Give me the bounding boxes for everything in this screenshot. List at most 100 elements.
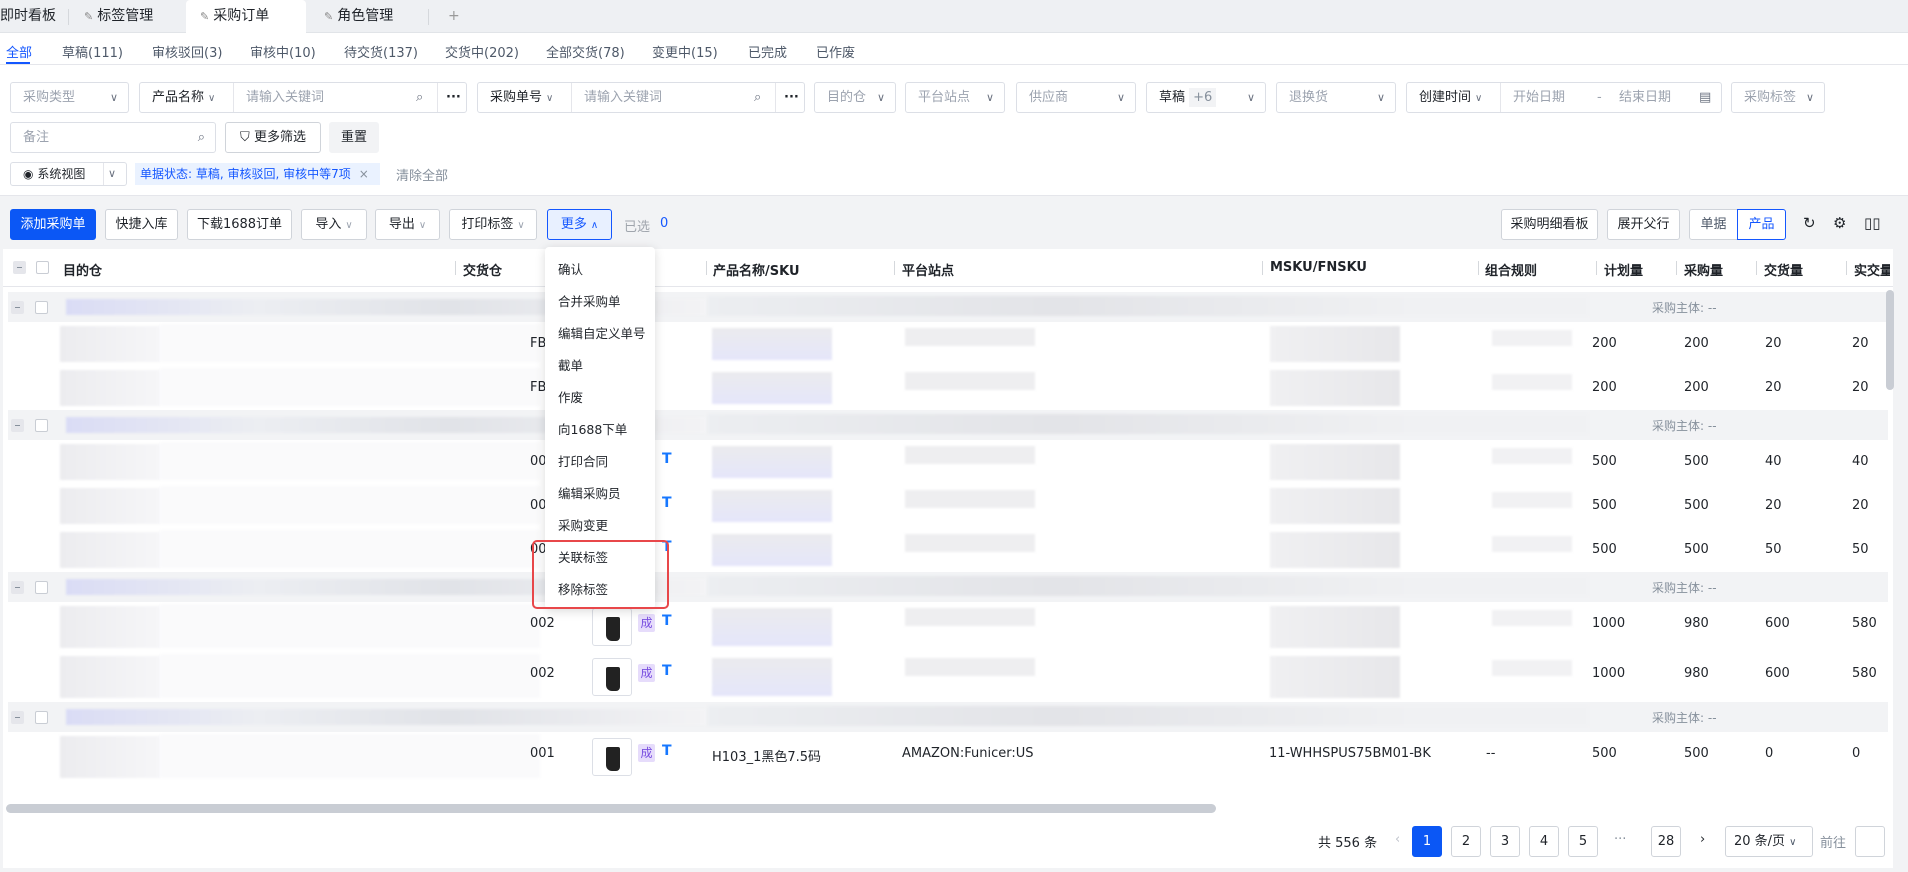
page-button[interactable]: 5 [1568, 826, 1598, 857]
status-tab-voided[interactable]: 已作废 [816, 42, 855, 61]
collapse-toggle[interactable] [11, 301, 24, 314]
gear-icon[interactable]: ⚙ [1833, 214, 1846, 232]
next-page-button[interactable]: › [1700, 832, 1705, 847]
menu-item[interactable]: 打印合同 [558, 451, 608, 470]
row-checkbox[interactable] [35, 301, 48, 314]
menu-item[interactable]: 编辑自定义单号 [558, 323, 646, 342]
target-warehouse-select[interactable]: 目的仓 ∨ [814, 82, 896, 113]
purchase-detail-board-button[interactable]: 采购明细看板 [1501, 209, 1598, 240]
system-view-select[interactable]: ◉ 系统视图 ∨ [10, 162, 127, 186]
vertical-scrollbar[interactable] [1886, 290, 1894, 390]
status-tab-changing[interactable]: 变更中(15) [652, 42, 718, 61]
print-label-button[interactable]: 打印标签 ∨ [449, 209, 537, 240]
product-field-select[interactable]: 产品名称 [152, 90, 204, 105]
return-exchange-select[interactable]: 退换货 ∨ [1276, 82, 1396, 113]
remark-input[interactable]: 备注 ⌕ [10, 122, 216, 153]
supplier-select[interactable]: 供应商 ∨ [1016, 82, 1136, 113]
add-tab-button[interactable]: + [440, 0, 460, 33]
purchase-type-select[interactable]: 采购类型 ∨ [10, 82, 129, 113]
order-keyword-input[interactable]: 请输入关键词 [584, 83, 662, 112]
close-icon[interactable]: × [359, 167, 369, 181]
quick-stock-in-button[interactable]: 快捷入库 [105, 209, 178, 240]
status-tab-pending-delivery[interactable]: 待交货(137) [344, 42, 418, 61]
prev-page-button[interactable]: ‹ [1395, 832, 1400, 847]
more-filters-button[interactable]: ⛉ 更多筛选 [225, 122, 321, 153]
status-tab-reviewing[interactable]: 审核中(10) [250, 42, 316, 61]
page-tab-roles[interactable]: ✎ 角色管理 [316, 0, 393, 33]
create-time-range[interactable]: 创建时间 ∨ 开始日期 - 结束日期 ▤ [1406, 82, 1722, 113]
menu-item[interactable]: 确认 [558, 259, 583, 278]
status-tab-rejected[interactable]: 审核驳回(3) [152, 42, 222, 61]
page-button[interactable]: 4 [1529, 826, 1559, 857]
product-image[interactable] [592, 738, 632, 776]
collapse-toggle[interactable] [11, 419, 24, 432]
reset-button[interactable]: 重置 [329, 122, 379, 153]
menu-item[interactable]: 采购变更 [558, 515, 608, 534]
time-field-select[interactable]: 创建时间 [1419, 90, 1471, 105]
status-select[interactable]: 草稿 +6 ∨ [1146, 82, 1266, 113]
add-purchase-order-button[interactable]: 添加采购单 [10, 209, 96, 240]
menu-item[interactable]: 编辑采购员 [558, 483, 621, 502]
page-tab-purchase-orders[interactable]: ✎ 采购订单 [186, 0, 306, 33]
horizontal-scrollbar[interactable] [6, 804, 1216, 813]
product-keyword-input[interactable]: 请输入关键词 [246, 83, 324, 112]
expand-parent-rows-button[interactable]: 展开父行 [1607, 209, 1680, 240]
page-ellipsis[interactable]: ··· [1614, 832, 1626, 847]
menu-item[interactable]: 截单 [558, 355, 583, 374]
collapse-toggle[interactable] [11, 711, 24, 724]
page-tab-tags[interactable]: ✎ 标签管理 [76, 0, 153, 33]
select-all-checkbox[interactable] [36, 261, 49, 274]
menu-item[interactable]: 作废 [558, 387, 583, 406]
purchase-tag-select[interactable]: 采购标签 ∨ [1731, 82, 1825, 113]
page-size-select[interactable]: 20 条/页 ∨ [1725, 826, 1813, 857]
platform-site-select[interactable]: 平台站点 ∨ [905, 82, 1005, 113]
view-toggle-product[interactable]: 产品 [1737, 209, 1786, 240]
download-1688-button[interactable]: 下载1688订单 [187, 209, 292, 240]
table-header: 目的仓 交货仓 产品名称/SKU 平台站点 MSKU/FNSKU 组合规则 计划… [3, 249, 1893, 287]
more-options-icon[interactable]: ··· [446, 83, 461, 112]
link-icon[interactable]: T [662, 613, 672, 629]
search-icon[interactable]: ⌕ [416, 83, 423, 112]
end-date-input[interactable]: 结束日期 [1619, 83, 1671, 112]
more-options-icon[interactable]: ··· [784, 83, 799, 112]
row-checkbox[interactable] [35, 419, 48, 432]
import-button[interactable]: 导入 ∨ [301, 209, 367, 240]
collapse-all-toggle[interactable] [13, 261, 26, 274]
product-image[interactable] [592, 658, 632, 696]
row-checkbox[interactable] [35, 581, 48, 594]
collapse-toggle[interactable] [11, 581, 24, 594]
view-toggle-document[interactable]: 单据 [1689, 209, 1738, 240]
page-button[interactable]: 3 [1490, 826, 1520, 857]
more-button[interactable]: 更多 ∧ [547, 209, 612, 240]
status-tab-all-delivered[interactable]: 全部交货(78) [546, 42, 625, 61]
status-tab-completed[interactable]: 已完成 [748, 42, 787, 61]
qty-planned: 1000 [1592, 616, 1626, 631]
status-tab-draft[interactable]: 草稿(111) [62, 42, 123, 61]
link-icon[interactable]: T [662, 495, 672, 511]
link-icon[interactable]: T [662, 451, 672, 467]
refresh-icon[interactable]: ↻ [1803, 214, 1816, 232]
row-checkbox[interactable] [35, 711, 48, 724]
col-msku-fnsku: MSKU/FNSKU [1270, 260, 1367, 275]
columns-icon[interactable]: ▯▯ [1864, 214, 1881, 232]
link-icon[interactable]: T [662, 743, 672, 759]
export-button[interactable]: 导出 ∨ [375, 209, 440, 240]
blurred-msku [1270, 606, 1400, 648]
menu-item[interactable]: 向1688下单 [558, 419, 627, 438]
page-button[interactable]: 1 [1412, 826, 1442, 857]
menu-item[interactable]: 合并采购单 [558, 291, 621, 310]
goto-page-input[interactable] [1855, 826, 1885, 857]
start-date-input[interactable]: 开始日期 [1513, 83, 1565, 112]
page-button-last[interactable]: 28 [1651, 826, 1681, 857]
status-tab-delivering[interactable]: 交货中(202) [445, 42, 519, 61]
product-image[interactable] [592, 608, 632, 646]
page-tab-bar: 即时看板 ✎ 标签管理 ✎ 采购订单 ✎ 角色管理 + [0, 0, 1908, 33]
clear-all-link[interactable]: 清除全部 [396, 165, 448, 184]
tab-label: 即时看板 [0, 8, 56, 24]
page-button[interactable]: 2 [1451, 826, 1481, 857]
search-icon[interactable]: ⌕ [754, 83, 761, 112]
status-tab-all[interactable]: 全部 [6, 42, 32, 61]
page-tab-dashboard[interactable]: 即时看板 [0, 0, 56, 33]
order-field-select[interactable]: 采购单号 [490, 90, 542, 105]
link-icon[interactable]: T [662, 663, 672, 679]
